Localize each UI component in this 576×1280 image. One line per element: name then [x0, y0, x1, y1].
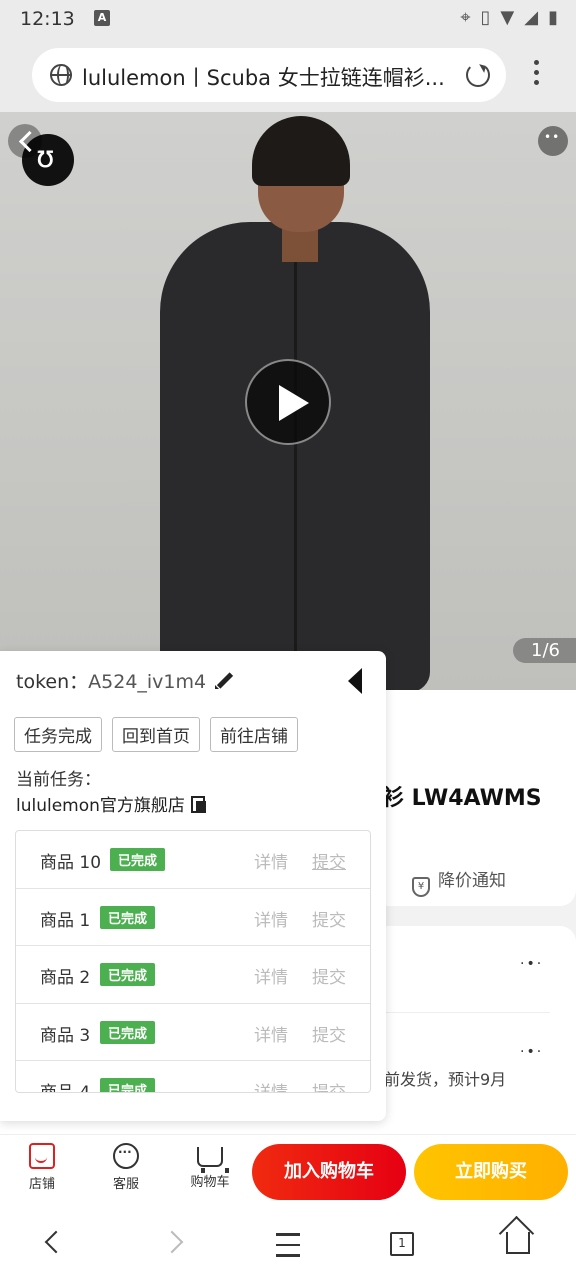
list-item: 商品 2 已完成 详情 提交	[16, 946, 370, 1004]
browser-toolbar: lululemon丨Scuba 女士拉链连帽衫...	[0, 38, 576, 112]
status-badge: 已完成	[100, 963, 156, 986]
home-icon[interactable]	[506, 1232, 530, 1254]
status-badge: 已完成	[100, 1078, 156, 1092]
collapse-panel-icon[interactable]	[348, 668, 362, 694]
browser-menu-icon[interactable]	[534, 60, 540, 90]
more-options-icon[interactable]: ·•·	[520, 956, 543, 972]
cart-button[interactable]: 购物车	[185, 1143, 235, 1190]
status-icons: ⌖ ▯ ▼ ◢ ▮	[460, 7, 558, 28]
nav-menu-icon[interactable]	[276, 1233, 300, 1265]
customer-service-button[interactable]: 客服	[101, 1143, 151, 1192]
item-name: 商品 1	[40, 910, 91, 931]
detail-link[interactable]: 详情	[254, 848, 288, 873]
item-name: 商品 3	[40, 1025, 91, 1046]
price-tag-icon: ¥	[412, 877, 430, 897]
product-image-carousel[interactable]: 1/6	[0, 112, 576, 690]
buy-now-button[interactable]: 立即购买	[414, 1144, 568, 1200]
bottom-action-bar: 店铺 客服 购物车 加入购物车 立即购买	[0, 1134, 576, 1208]
detail-link[interactable]: 详情	[254, 1078, 288, 1092]
price-notify-button[interactable]: ¥ 降价通知	[412, 866, 506, 897]
current-task-shop: lululemon官方旗舰店	[16, 791, 206, 816]
item-name: 商品 2	[40, 968, 91, 988]
edit-icon[interactable]	[214, 669, 236, 691]
status-badge: 已完成	[100, 905, 156, 929]
product-title: 衫 LW4AWMS	[382, 786, 542, 811]
more-shipping-icon[interactable]: ·•·	[520, 1044, 543, 1060]
list-item: 商品 1 已完成 详情 提交	[16, 889, 370, 946]
detail-link[interactable]: 详情	[254, 906, 288, 931]
submit-link[interactable]: 提交	[312, 963, 346, 988]
status-badge: 已完成	[100, 1020, 156, 1044]
token-label: token：	[16, 671, 89, 693]
image-page-indicator: 1/6	[513, 638, 576, 663]
address-bar[interactable]: lululemon丨Scuba 女士拉链连帽衫...	[32, 48, 506, 102]
url-text[interactable]: lululemon丨Scuba 女士拉链连帽衫...	[82, 62, 462, 92]
current-task-label: 当前任务：	[16, 770, 101, 790]
reload-icon[interactable]	[466, 63, 490, 87]
detail-link[interactable]: 详情	[254, 963, 288, 988]
cart-label: 购物车	[190, 1175, 230, 1190]
list-item: 商品 3 已完成 详情 提交	[16, 1004, 370, 1061]
store-icon	[29, 1143, 55, 1169]
submit-link[interactable]: 提交	[312, 848, 346, 873]
item-name: 商品 4	[40, 1083, 91, 1093]
list-item: 商品 4 已完成 详情 提交	[16, 1061, 370, 1093]
go-to-store-button[interactable]: 前往店铺	[210, 717, 298, 752]
copy-icon[interactable]	[190, 796, 206, 813]
browser-nav-bar: 1	[0, 1208, 576, 1280]
nav-forward-icon[interactable]	[160, 1230, 184, 1254]
wifi-icon: ▼	[500, 7, 515, 28]
item-name: 商品 10	[40, 853, 102, 873]
divider	[386, 1012, 550, 1013]
play-video-button[interactable]	[245, 359, 331, 445]
tabs-icon[interactable]: 1	[390, 1232, 414, 1256]
submit-link[interactable]: 提交	[312, 906, 346, 931]
task-panel: token：A524_iv1m4 任务完成 回到首页 前往店铺 当前任务： lu…	[0, 651, 386, 1121]
shipping-info: 前发货，预计9月	[384, 1070, 507, 1089]
submit-link[interactable]: 提交	[312, 1078, 346, 1092]
store-button[interactable]: 店铺	[17, 1143, 67, 1192]
battery-icon: ▮	[548, 7, 558, 28]
back-icon[interactable]	[8, 124, 42, 158]
list-item: 商品 10 已完成 详情 提交	[16, 831, 370, 889]
token-row: token：A524_iv1m4	[16, 667, 206, 694]
product-photo-zipper	[294, 262, 297, 662]
panel-button-row: 任务完成 回到首页 前往店铺	[14, 717, 298, 752]
status-bar: 12:13 A ⌖ ▯ ▼ ◢ ▮	[0, 0, 576, 38]
chat-icon	[113, 1143, 139, 1169]
globe-icon	[50, 64, 72, 86]
cart-icon	[197, 1147, 229, 1173]
customer-service-label: 客服	[112, 1177, 139, 1192]
vibrate-icon: ▯	[480, 7, 491, 28]
nav-back-icon[interactable]	[44, 1230, 68, 1254]
signal-icon: ◢	[524, 7, 539, 28]
location-icon: ⌖	[460, 7, 471, 28]
status-time: 12:13	[20, 8, 75, 30]
add-to-cart-button[interactable]: 加入购物车	[252, 1144, 406, 1200]
more-icon[interactable]	[538, 126, 568, 156]
status-badge: 已完成	[110, 848, 166, 871]
product-photo-hair	[252, 116, 350, 186]
task-item-list[interactable]: 商品 10 已完成 详情 提交 商品 1 已完成 详情 提交 商品 2 已完成 …	[15, 830, 371, 1093]
token-value: A524_iv1m4	[88, 671, 207, 693]
back-home-button[interactable]: 回到首页	[112, 717, 200, 752]
submit-link[interactable]: 提交	[312, 1021, 346, 1046]
notification-icon: A	[94, 10, 110, 26]
current-task-shop-name: lululemon官方旗舰店	[16, 796, 185, 816]
store-label: 店铺	[28, 1177, 55, 1192]
task-complete-button[interactable]: 任务完成	[14, 717, 102, 752]
detail-link[interactable]: 详情	[254, 1021, 288, 1046]
price-notify-label: 降价通知	[438, 871, 506, 891]
